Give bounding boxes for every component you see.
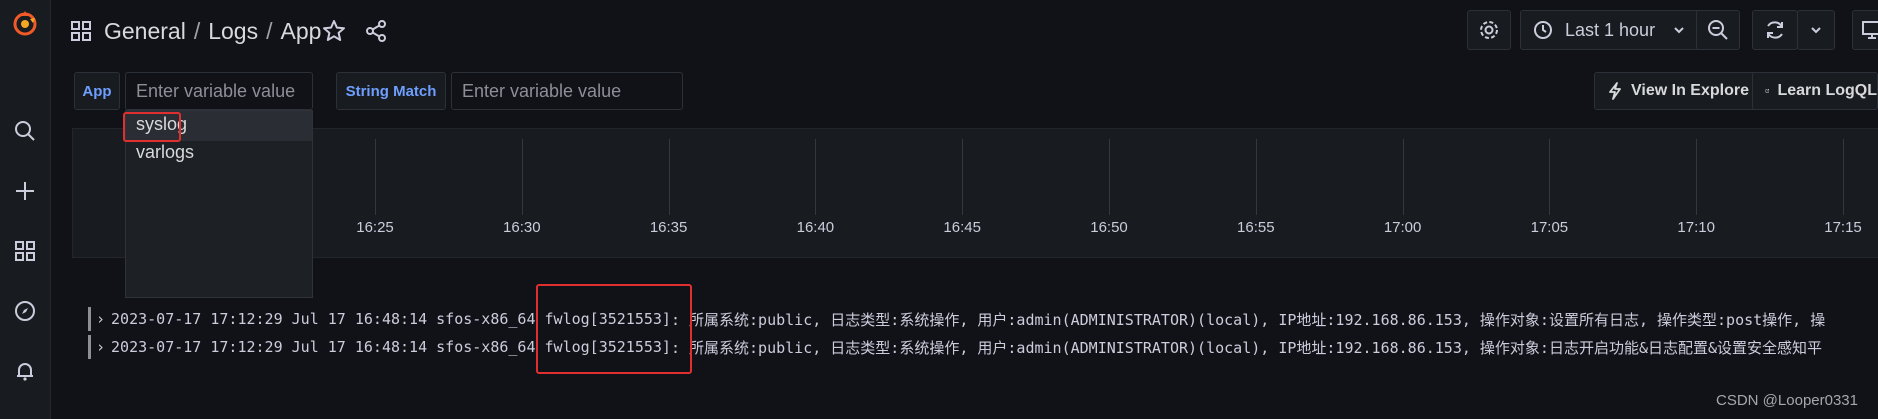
breadcrumb-folder[interactable]: General [104,18,186,45]
watermark: CSDN @Looper0331 [1716,392,1858,409]
breadcrumb-separator: / [266,17,273,44]
highlight-box [123,112,181,142]
refresh-button[interactable] [1752,10,1798,50]
star-icon[interactable] [322,19,346,48]
refresh-icon [1767,21,1783,39]
log-row[interactable]: › 2023-07-17 17:12:29 Jul 17 16:48:14 sf… [88,307,1825,331]
highlight-box [536,284,692,374]
x-tick-label: 17:00 [1383,219,1422,236]
view-in-explore-label: View In Explore [1631,82,1749,99]
string-match-variable-input[interactable] [451,72,683,110]
x-tick-label: 16:55 [1237,219,1275,236]
x-tick-label: 16:35 [649,219,688,236]
gear-icon [1480,21,1498,39]
dashboard-settings-button[interactable] [1467,10,1511,50]
x-tick-label: 16:30 [503,219,541,236]
breadcrumb-section[interactable]: Logs [208,18,258,45]
sidebar [0,0,51,419]
log-message: : 所属系统:public, 日志类型:系统操作, 用户:admin(ADMIN… [670,338,1823,357]
grafana-logo-icon[interactable] [10,8,40,38]
refresh-interval-dropdown[interactable] [1797,10,1835,50]
share-icon[interactable] [364,19,388,48]
x-tick-label: 16:40 [796,219,835,236]
chevron-right-icon: › [96,310,106,328]
app-variable-input[interactable] [125,72,313,110]
external-link-icon [1765,89,1770,93]
view-in-explore-button[interactable]: View In Explore [1594,72,1762,110]
chevron-down-icon [1811,27,1821,34]
time-picker-button[interactable]: Last 1 hour [1520,10,1704,50]
log-timestamp: 2023-07-17 17:12:29 [111,310,283,328]
logs-volume-panel: 16:25 16:30 16:35 16:40 16:45 16:50 16:55 17:00… [72,128,1878,258]
gridline [1549,139,1551,215]
dropdown-option-varlogs[interactable]: varlogs [136,142,194,163]
log-message: : 所属系统:public, 日志类型:系统操作, 用户:admin(ADMIN… [670,310,1826,329]
x-tick-label: 16:25 [356,219,394,236]
tv-mode-button[interactable] [1852,10,1878,50]
x-tick-label: 16:45 [943,219,981,236]
clock-icon [1534,21,1552,39]
x-tick-label: 17:15 [1824,219,1862,236]
log-row[interactable]: › 2023-07-17 17:12:29 Jul 17 16:48:14 sf… [88,335,1822,359]
gridline [1696,139,1698,215]
zoom-out-icon [1708,20,1728,40]
x-tick-label: 16:50 [1090,219,1128,236]
gridline [1109,139,1110,215]
page-title: App [280,17,322,44]
search-icon[interactable] [10,116,40,146]
learn-logql-button[interactable]: Learn LogQL [1752,72,1878,110]
x-tick-label: 17:05 [1530,219,1569,236]
gridline [375,139,376,215]
breadcrumb-separator: / [193,17,201,44]
chevron-right-icon: › [96,338,106,356]
log-prefix: Jul 17 16:48:14 sfos-x86_64 [291,310,536,328]
gridline [1255,139,1257,215]
log-prefix: Jul 17 16:48:14 sfos-x86_64 [291,338,536,356]
gridline [1843,139,1844,215]
bell-icon[interactable] [10,356,40,386]
time-range-label: Last 1 hour [1565,19,1656,40]
gridline [815,139,817,215]
gridline [521,139,523,215]
chevron-down-icon [1674,27,1684,34]
monitor-icon [1862,21,1878,39]
variable-label-string-match: String Match [336,72,446,110]
learn-logql-label: Learn LogQL [1777,82,1877,99]
dashboards-grid-icon[interactable] [10,236,40,266]
plus-icon[interactable] [10,176,40,206]
zoom-out-button[interactable] [1696,10,1740,50]
x-tick-label: 17:10 [1677,219,1715,236]
gridline [962,139,964,215]
log-timestamp: 2023-07-17 17:12:29 [111,338,283,356]
gridline [1402,139,1404,215]
lightning-icon [1609,82,1621,100]
gridline [668,139,670,215]
breadcrumb: General / Logs / App [104,14,329,48]
dashboards-grid-icon [70,20,92,47]
compass-icon[interactable] [10,296,40,326]
variable-label-app: App [74,72,120,110]
